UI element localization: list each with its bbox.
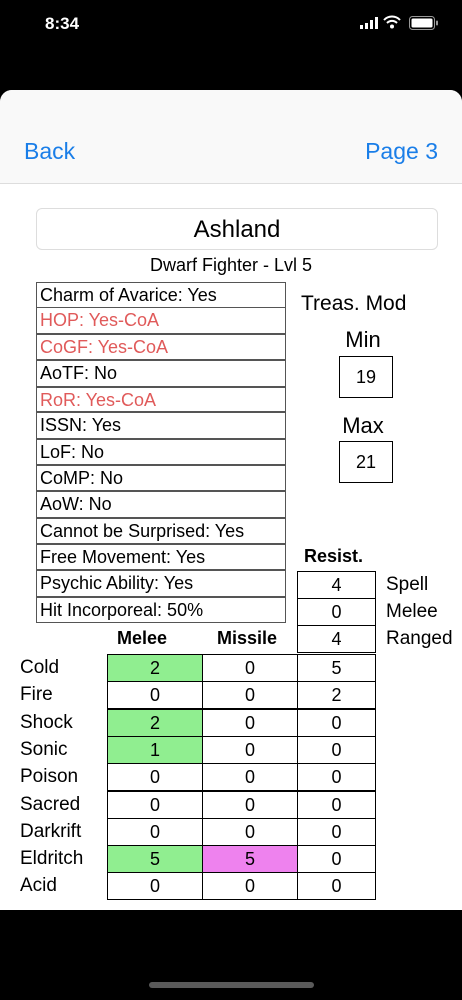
- item-row: CoGF: Yes-CoA: [36, 334, 286, 360]
- cellular-signal-icon: [360, 17, 378, 29]
- damage-type-label: Darkrift: [20, 821, 82, 842]
- melee-value-cell[interactable]: 0: [107, 681, 203, 709]
- item-row: ISSN: Yes: [36, 412, 286, 439]
- damage-type-label: Shock: [20, 712, 73, 733]
- melee-value-cell[interactable]: 0: [107, 818, 203, 846]
- home-indicator: [149, 982, 314, 988]
- item-row: Free Movement: Yes: [36, 544, 286, 570]
- status-time: 8:34: [45, 14, 80, 33]
- damage-type-label: Eldritch: [20, 848, 84, 869]
- resist-damage-cell[interactable]: 5: [297, 654, 376, 682]
- back-button[interactable]: Back: [24, 138, 75, 165]
- item-row: Psychic Ability: Yes: [36, 570, 286, 597]
- melee-value-cell[interactable]: 0: [107, 791, 203, 819]
- status-bar: 8:34: [0, 0, 462, 50]
- resist-damage-cell[interactable]: 0: [297, 709, 376, 737]
- missile-value-cell[interactable]: 0: [202, 791, 298, 819]
- missile-value-cell[interactable]: 0: [202, 709, 298, 737]
- resist-damage-cell[interactable]: 2: [297, 681, 376, 709]
- resist-label: Ranged: [386, 628, 453, 649]
- missile-value-cell[interactable]: 0: [202, 872, 298, 900]
- max-label: Max: [342, 413, 384, 438]
- navigation-bar: Back Page 3: [0, 90, 462, 184]
- melee-value-cell[interactable]: 2: [107, 654, 203, 682]
- resist-header: Resist.: [304, 546, 364, 566]
- missile-value-cell[interactable]: 5: [202, 845, 298, 873]
- damage-type-label: Acid: [20, 875, 57, 896]
- missile-value-cell[interactable]: 0: [202, 654, 298, 682]
- damage-type-label: Sonic: [20, 739, 68, 760]
- resist-damage-cell[interactable]: 0: [297, 736, 376, 764]
- missile-value-cell[interactable]: 0: [202, 736, 298, 764]
- item-row: Cannot be Surprised: Yes: [36, 518, 286, 544]
- resist-value-cell[interactable]: 4: [297, 571, 376, 599]
- resist-damage-cell[interactable]: 0: [297, 845, 376, 873]
- max-value-field[interactable]: 21: [339, 441, 393, 483]
- damage-type-label: Cold: [20, 657, 60, 678]
- item-row: LoF: No: [36, 439, 286, 465]
- melee-value-cell[interactable]: 0: [107, 763, 203, 791]
- item-row: AoTF: No: [36, 360, 286, 387]
- item-row: AoW: No: [36, 491, 286, 518]
- item-row: Hit Incorporeal: 50%: [36, 597, 286, 623]
- missile-value-cell[interactable]: 0: [202, 763, 298, 791]
- melee-header: Melee: [117, 628, 168, 648]
- missile-value-cell[interactable]: 0: [202, 818, 298, 846]
- wifi-icon: [383, 15, 401, 29]
- melee-value-cell[interactable]: 5: [107, 845, 203, 873]
- melee-value-cell[interactable]: 1: [107, 736, 203, 764]
- missile-header: Missile: [217, 628, 278, 648]
- missile-value-cell[interactable]: 0: [202, 681, 298, 709]
- page-3-button[interactable]: Page 3: [365, 138, 438, 165]
- character-subtitle: Dwarf Fighter - Lvl 5: [149, 255, 313, 275]
- item-row: HOP: Yes-CoA: [36, 307, 286, 334]
- resist-value-cell[interactable]: 4: [297, 625, 376, 653]
- min-label: Min: [345, 327, 381, 352]
- melee-value-cell[interactable]: 0: [107, 872, 203, 900]
- item-row: CoMP: No: [36, 465, 286, 491]
- treasure-mod-label: Treas. Mod: [301, 292, 407, 315]
- resist-damage-cell[interactable]: 0: [297, 763, 376, 791]
- battery-icon: [409, 16, 438, 30]
- melee-value-cell[interactable]: 2: [107, 709, 203, 737]
- resist-damage-cell[interactable]: 0: [297, 872, 376, 900]
- item-row: RoR: Yes-CoA: [36, 387, 286, 412]
- character-name-field[interactable]: Ashland: [36, 208, 438, 250]
- damage-type-label: Fire: [20, 684, 53, 705]
- resist-damage-cell[interactable]: 0: [297, 818, 376, 846]
- damage-type-label: Sacred: [20, 794, 81, 815]
- damage-type-label: Poison: [20, 766, 79, 787]
- item-row: Charm of Avarice: Yes: [36, 282, 286, 308]
- resist-label: Melee: [386, 601, 438, 622]
- resist-value-cell[interactable]: 0: [297, 598, 376, 626]
- resist-label: Spell: [386, 574, 429, 595]
- min-value-field[interactable]: 19: [339, 356, 393, 398]
- resist-damage-cell[interactable]: 0: [297, 791, 376, 819]
- modal-sheet: Back Page 3 Ashland Dwarf Fighter - Lvl …: [0, 90, 462, 910]
